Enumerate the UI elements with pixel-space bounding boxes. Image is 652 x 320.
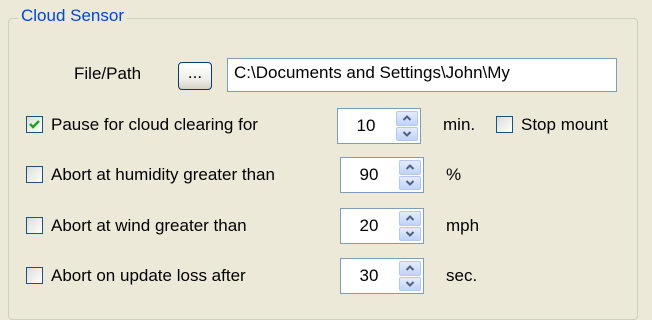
wind-checkbox[interactable] (26, 217, 43, 234)
wind-value: 20 (359, 216, 379, 235)
update-loss-stepper[interactable]: 30 (340, 258, 424, 294)
update-loss-unit: sec. (446, 266, 478, 285)
file-path-label: File/Path (74, 64, 142, 83)
chevron-up-icon (405, 164, 415, 170)
humidity-checkbox[interactable] (26, 166, 43, 183)
humidity-value: 90 (359, 165, 379, 184)
spin-up-button[interactable] (399, 211, 421, 226)
wind-unit: mph (446, 216, 480, 235)
spin-up-button[interactable] (396, 111, 418, 126)
stop-mount-checkbox[interactable] (496, 116, 513, 133)
chevron-up-icon (405, 215, 415, 221)
wind-stepper[interactable]: 20 (340, 208, 424, 244)
chevron-down-icon (402, 131, 412, 137)
group-title: Cloud Sensor (18, 6, 128, 26)
spin-down-button[interactable] (399, 175, 421, 190)
humidity-unit: % (446, 165, 462, 184)
chevron-up-icon (402, 115, 412, 121)
file-path-input[interactable]: C:\Documents and Settings\John\My (227, 58, 617, 92)
pause-checkbox[interactable] (26, 116, 43, 133)
check-icon (29, 120, 40, 129)
stop-mount-label: Stop mount (521, 115, 608, 134)
pause-unit: min. (443, 115, 476, 134)
spin-up-button[interactable] (399, 160, 421, 175)
wind-label: Abort at wind greater than (51, 216, 247, 235)
humidity-label: Abort at humidity greater than (51, 165, 275, 184)
chevron-down-icon (405, 231, 415, 237)
spin-down-button[interactable] (396, 126, 418, 141)
pause-minutes-value: 10 (356, 116, 376, 135)
update-loss-value: 30 (359, 266, 379, 285)
chevron-up-icon (405, 265, 415, 271)
chevron-down-icon (405, 281, 415, 287)
spin-up-button[interactable] (399, 261, 421, 276)
chevron-down-icon (405, 180, 415, 186)
update-loss-label: Abort on update loss after (51, 266, 246, 285)
pause-minutes-stepper[interactable]: 10 (337, 108, 421, 144)
spin-down-button[interactable] (399, 276, 421, 291)
humidity-stepper[interactable]: 90 (340, 157, 424, 193)
pause-label: Pause for cloud clearing for (51, 115, 258, 134)
browse-button[interactable]: ... (178, 62, 212, 90)
spin-down-button[interactable] (399, 226, 421, 241)
update-loss-checkbox[interactable] (26, 267, 43, 284)
